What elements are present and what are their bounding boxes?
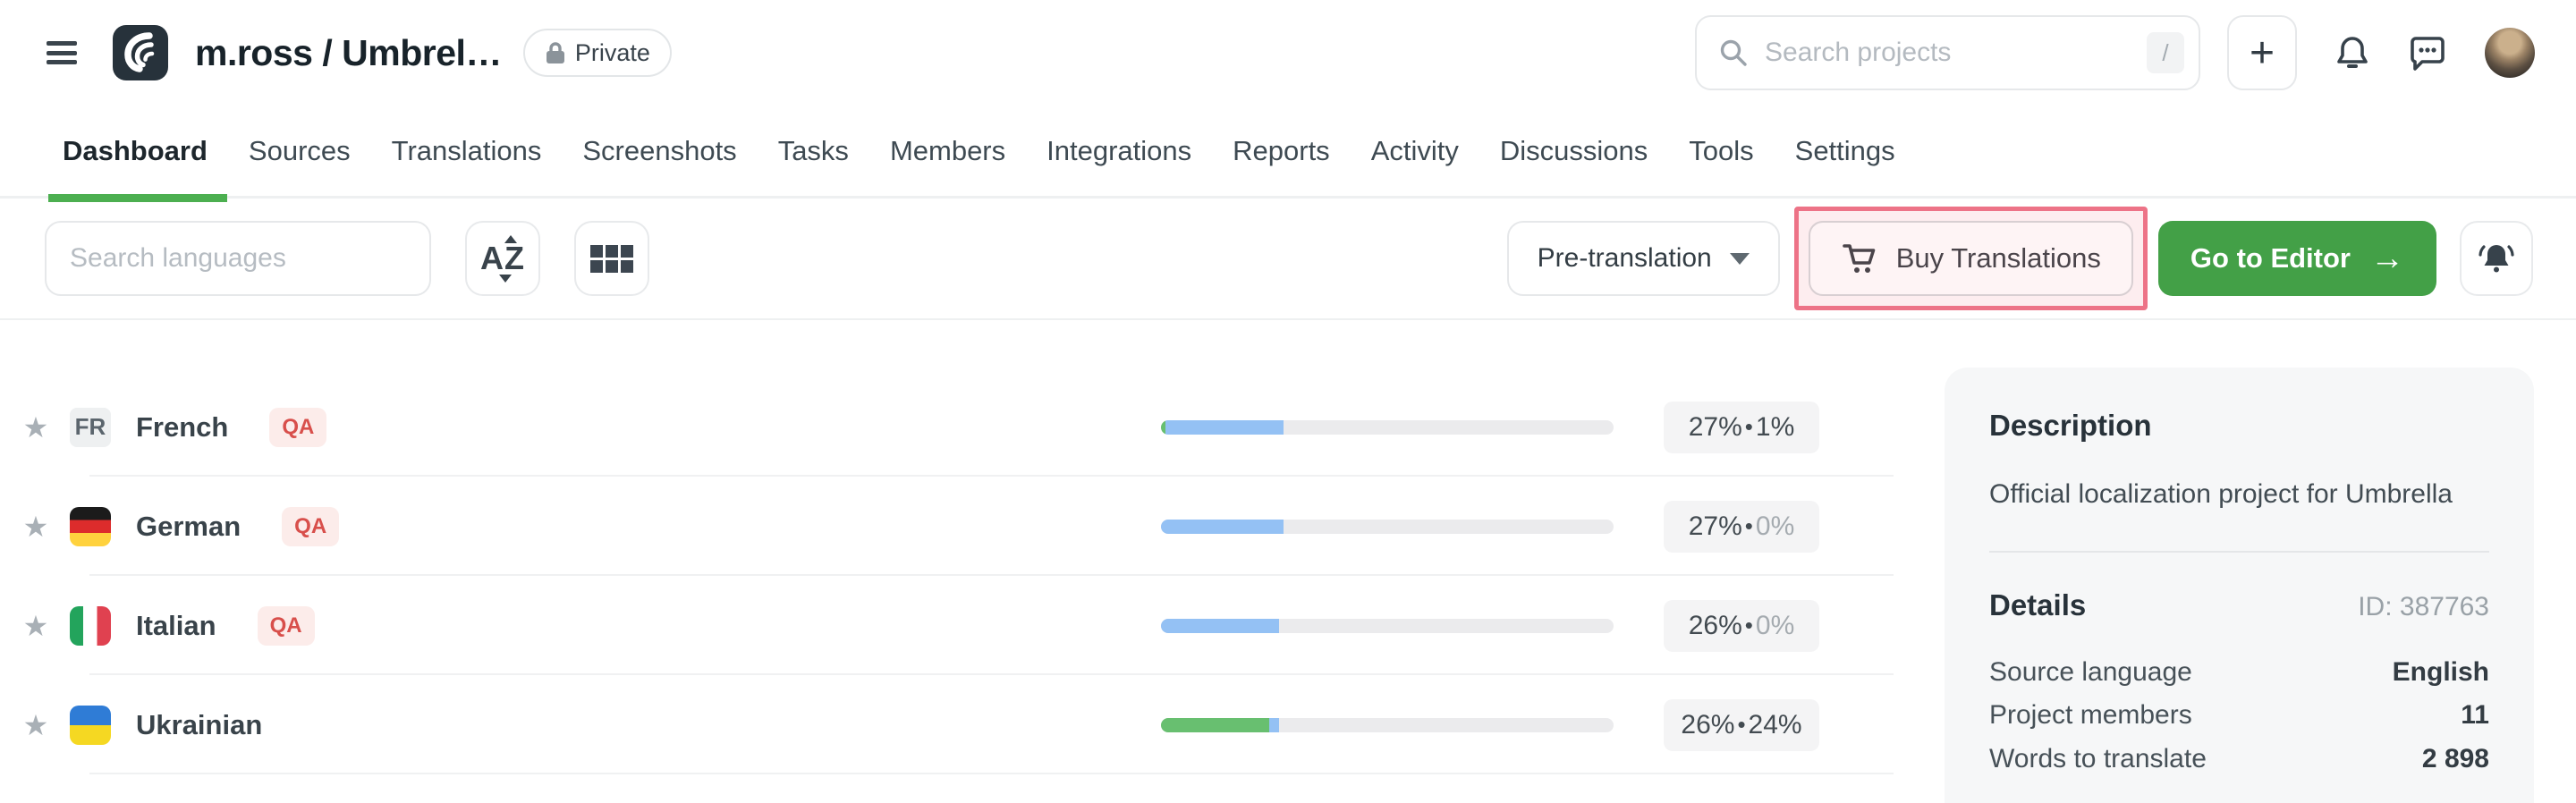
tab-activity[interactable]: Activity <box>1371 135 1459 167</box>
language-flag <box>70 606 111 646</box>
buy-translations-label: Buy Translations <box>1896 242 2101 275</box>
magnifier-icon <box>1718 38 1749 68</box>
detail-row-project-members: Project members11 <box>1989 699 2489 731</box>
dashboard-toolbar: Search languages AZ Pre-translation Buy … <box>0 199 2576 320</box>
tab-discussions[interactable]: Discussions <box>1500 135 1648 167</box>
grid-view-button[interactable] <box>574 221 649 296</box>
tab-settings[interactable]: Settings <box>1795 135 1895 167</box>
search-projects-input[interactable]: Search projects / <box>1695 15 2200 90</box>
favorite-star-icon[interactable]: ★ <box>18 510 54 544</box>
favorite-star-icon[interactable]: ★ <box>18 708 54 742</box>
pre-translation-label: Pre-translation <box>1538 243 1712 274</box>
project-tabs: Dashboard Sources Translations Screensho… <box>0 106 2576 199</box>
cart-icon <box>1841 240 1878 277</box>
progress-bar <box>1161 718 1614 732</box>
progress-percent-badge: 26%•0% <box>1664 600 1819 652</box>
detail-row-source-language: Source languageEnglish <box>1989 656 2489 688</box>
language-name: Italian <box>136 610 216 642</box>
tab-dashboard[interactable]: Dashboard <box>63 135 208 167</box>
dashboard-content: ★ FR French QA 27%•1% ★ German QA 27%•0%… <box>0 320 2576 803</box>
search-placeholder: Search projects <box>1765 38 2147 68</box>
tab-members[interactable]: Members <box>890 135 1005 167</box>
language-list: ★ FR French QA 27%•1% ★ German QA 27%•0%… <box>0 320 1894 774</box>
top-bar: m.ross / Umbrel… Private Search projects… <box>0 0 2576 106</box>
qa-badge: QA <box>282 507 339 546</box>
pre-translation-dropdown[interactable]: Pre-translation <box>1507 221 1780 296</box>
lock-icon <box>545 40 566 65</box>
tab-integrations[interactable]: Integrations <box>1046 135 1191 167</box>
sort-az-button[interactable]: AZ <box>465 221 540 296</box>
progress-percent-badge: 27%•1% <box>1664 402 1819 453</box>
user-avatar[interactable] <box>2485 28 2535 78</box>
description-text: Official localization project for Umbrel… <box>1989 477 2489 511</box>
menu-icon[interactable] <box>47 41 77 64</box>
search-languages-input[interactable]: Search languages <box>45 221 431 296</box>
privacy-badge: Private <box>523 29 672 77</box>
messages-chat-icon[interactable] <box>2408 34 2445 72</box>
announcements-button[interactable] <box>2460 221 2533 296</box>
details-rows: Source languageEnglish Project members11… <box>1989 656 2489 774</box>
language-flag <box>70 706 111 745</box>
highlight-annotation-box: Buy Translations <box>1794 207 2148 310</box>
progress-percent-badge: 26%•24% <box>1664 699 1819 751</box>
language-row-ukrainian[interactable]: ★ Ukrainian 26%•24% <box>0 675 1894 774</box>
chevron-down-icon <box>1730 253 1750 265</box>
tab-screenshots[interactable]: Screenshots <box>582 135 736 167</box>
search-languages-placeholder: Search languages <box>70 243 286 274</box>
language-row-french[interactable]: ★ FR French QA 27%•1% <box>0 377 1894 477</box>
project-details-panel: Description Official localization projec… <box>1945 368 2534 803</box>
tab-translations[interactable]: Translations <box>392 135 542 167</box>
progress-percent-badge: 27%•0% <box>1664 501 1819 553</box>
qa-badge: QA <box>269 408 326 447</box>
language-flag <box>70 507 111 546</box>
tab-reports[interactable]: Reports <box>1233 135 1330 167</box>
tab-sources[interactable]: Sources <box>249 135 351 167</box>
arrow-right-icon: → <box>2370 240 2404 278</box>
app-logo-icon[interactable] <box>113 25 168 80</box>
notifications-bell-icon[interactable] <box>2334 34 2370 72</box>
language-name: Ukrainian <box>136 709 262 741</box>
qa-badge: QA <box>258 606 315 646</box>
language-row-german[interactable]: ★ German QA 27%•0% <box>0 477 1894 576</box>
language-name: German <box>136 511 241 543</box>
progress-bar <box>1161 420 1614 435</box>
project-breadcrumb-title[interactable]: m.ross / Umbrel… <box>195 32 502 74</box>
search-shortcut-key: / <box>2147 32 2184 73</box>
project-id: ID: 387763 <box>2358 592 2489 622</box>
panel-divider <box>1989 551 2489 553</box>
ringing-bell-icon <box>2477 240 2516 277</box>
create-project-button[interactable]: + <box>2227 15 2297 90</box>
detail-row-words-to-translate: Words to translate2 898 <box>1989 743 2489 774</box>
privacy-label: Private <box>575 39 650 67</box>
language-row-italian[interactable]: ★ Italian QA 26%•0% <box>0 576 1894 675</box>
favorite-star-icon[interactable]: ★ <box>18 410 54 444</box>
tab-tools[interactable]: Tools <box>1689 135 1753 167</box>
language-flag: FR <box>70 408 111 447</box>
tab-tasks[interactable]: Tasks <box>778 135 849 167</box>
grid-view-icon <box>590 245 633 273</box>
a-z-sort-icon: AZ <box>480 240 525 277</box>
progress-bar <box>1161 520 1614 534</box>
favorite-star-icon[interactable]: ★ <box>18 609 54 643</box>
buy-translations-button[interactable]: Buy Translations <box>1809 221 2133 296</box>
go-to-editor-button[interactable]: Go to Editor → <box>2158 221 2436 296</box>
language-name: French <box>136 411 228 444</box>
progress-bar <box>1161 619 1614 633</box>
go-to-editor-label: Go to Editor <box>2190 242 2351 275</box>
description-heading: Description <box>1989 409 2489 443</box>
details-heading: Details <box>1989 588 2086 622</box>
